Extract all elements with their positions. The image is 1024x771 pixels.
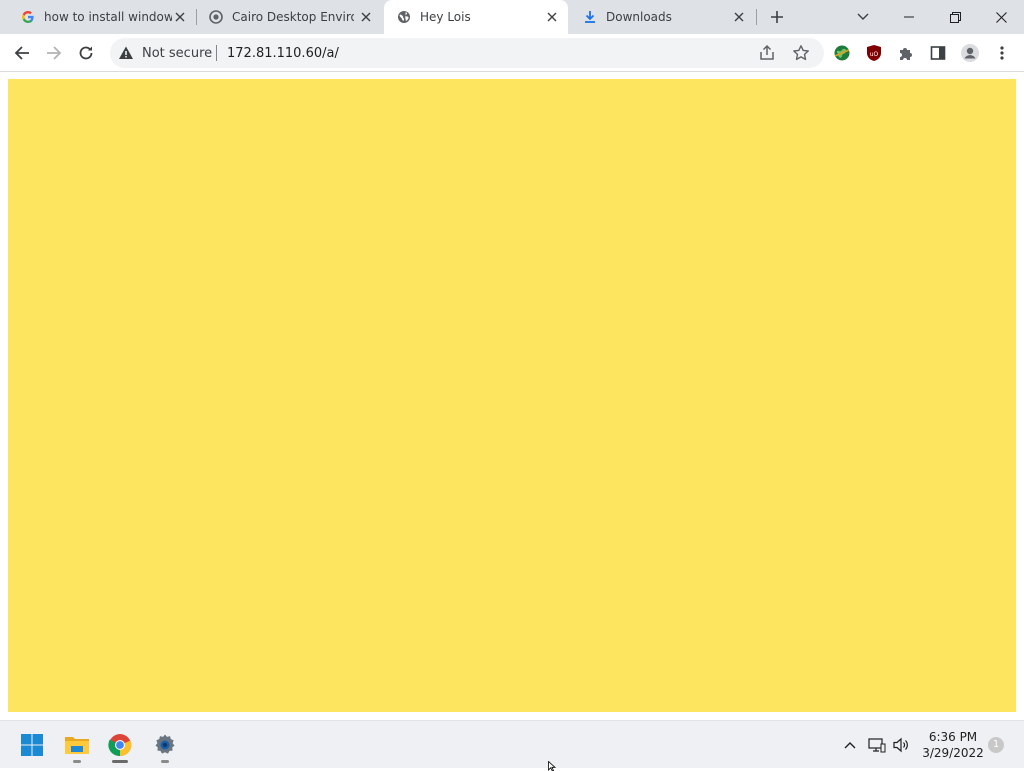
new-tab-button[interactable] bbox=[754, 0, 800, 34]
close-window-button[interactable] bbox=[978, 0, 1024, 34]
globe-icon bbox=[396, 9, 412, 25]
chrome-icon[interactable] bbox=[104, 729, 136, 761]
close-icon[interactable] bbox=[731, 9, 747, 25]
extensions-puzzle-icon[interactable] bbox=[892, 39, 920, 67]
tab-title: how to install windows bbox=[44, 10, 172, 24]
clock-time: 6:36 PM bbox=[928, 730, 978, 744]
close-icon[interactable] bbox=[544, 9, 560, 25]
system-clock[interactable]: 6:36 PM 3/29/2022 bbox=[918, 729, 988, 761]
share-icon[interactable] bbox=[758, 44, 776, 62]
notification-badge[interactable]: 1 bbox=[988, 737, 1004, 753]
volume-icon[interactable] bbox=[891, 735, 911, 755]
yellow-content-area bbox=[8, 79, 1016, 712]
cairo-icon bbox=[208, 9, 224, 25]
svg-text:uO: uO bbox=[870, 51, 879, 58]
url-text[interactable]: 172.81.110.60/a/ bbox=[227, 46, 339, 61]
mouse-cursor-icon bbox=[548, 761, 557, 771]
tab-hey-lois[interactable]: Hey Lois bbox=[384, 0, 568, 34]
start-button[interactable] bbox=[16, 729, 48, 761]
bookmark-star-icon[interactable] bbox=[792, 44, 810, 62]
page-content bbox=[0, 72, 1024, 720]
tab-how-to-install[interactable]: how to install windows bbox=[8, 0, 196, 34]
tab-downloads[interactable]: Downloads bbox=[570, 0, 756, 34]
running-indicator bbox=[161, 760, 169, 763]
menu-kebab-icon[interactable] bbox=[988, 39, 1016, 67]
tab-search-button[interactable] bbox=[840, 0, 886, 34]
google-g-icon bbox=[20, 9, 36, 25]
clock-date: 3/29/2022 bbox=[922, 746, 984, 760]
tab-cairo-desktop[interactable]: Cairo Desktop Environ bbox=[196, 0, 382, 34]
close-icon[interactable] bbox=[358, 9, 374, 25]
tab-title: Downloads bbox=[606, 10, 672, 24]
extension-globe-icon[interactable] bbox=[828, 39, 856, 67]
security-label[interactable]: Not secure bbox=[142, 46, 212, 61]
warning-icon[interactable] bbox=[118, 45, 134, 61]
forward-button[interactable] bbox=[40, 39, 68, 67]
ublock-origin-icon[interactable]: uO bbox=[860, 39, 888, 67]
download-icon bbox=[582, 9, 598, 25]
file-explorer-icon[interactable] bbox=[61, 729, 93, 761]
restore-button[interactable] bbox=[932, 0, 978, 34]
side-panel-icon[interactable] bbox=[924, 39, 952, 67]
close-icon[interactable] bbox=[172, 9, 188, 25]
active-indicator bbox=[112, 760, 128, 763]
minimize-button[interactable] bbox=[886, 0, 932, 34]
settings-gear-icon[interactable] bbox=[149, 729, 181, 761]
chevron-up-icon[interactable] bbox=[840, 735, 860, 755]
omnibox-divider bbox=[216, 45, 217, 61]
reload-button[interactable] bbox=[72, 39, 100, 67]
tab-strip: how to install windows Cairo Desktop Env… bbox=[0, 0, 1024, 34]
browser-toolbar: Not secure 172.81.110.60/a/ uO bbox=[0, 34, 1024, 72]
back-button[interactable] bbox=[8, 39, 36, 67]
tab-title: Cairo Desktop Environ bbox=[232, 10, 354, 24]
address-bar[interactable]: Not secure 172.81.110.60/a/ bbox=[110, 38, 824, 68]
running-indicator bbox=[73, 760, 81, 763]
network-icon[interactable] bbox=[867, 735, 887, 755]
profile-avatar-icon[interactable] bbox=[956, 39, 984, 67]
taskbar: 6:36 PM 3/29/2022 1 bbox=[0, 720, 1024, 768]
tab-title: Hey Lois bbox=[420, 10, 471, 24]
